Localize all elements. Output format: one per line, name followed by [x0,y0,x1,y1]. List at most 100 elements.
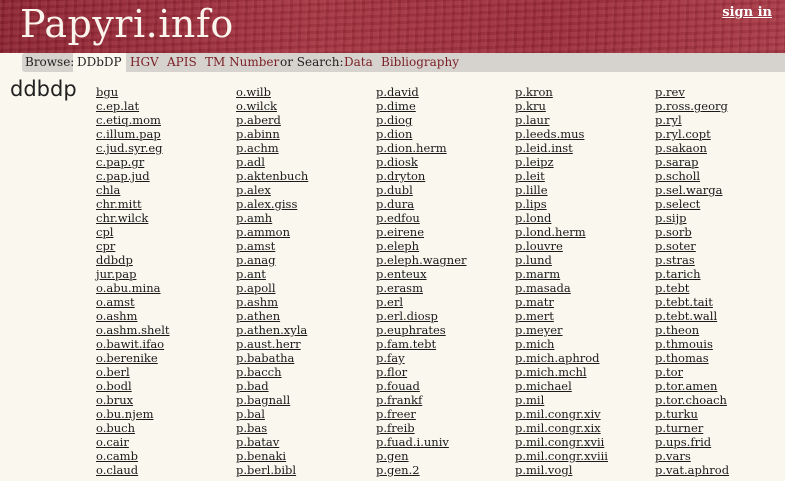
collection-link[interactable]: chr.mitt [96,197,170,211]
collection-link[interactable]: p.meyer [515,323,608,337]
collection-link[interactable]: p.erl.diosp [376,309,467,323]
nav-ddbdp-tab[interactable]: DDbDP [73,53,126,72]
collection-link[interactable]: p.aust.herr [236,337,308,351]
nav-bibliography-link[interactable]: Bibliography [381,53,459,72]
collection-link[interactable]: p.fouad [376,379,467,393]
collection-link[interactable]: p.lond [515,211,608,225]
collection-link[interactable]: p.tor.choach [655,393,729,407]
collection-link[interactable]: p.kron [515,85,608,99]
collection-link[interactable]: p.ryl [655,113,729,127]
collection-link[interactable]: p.sel.warga [655,183,729,197]
nav-apis-link[interactable]: APIS [167,53,197,72]
collection-link[interactable]: p.dura [376,197,467,211]
collection-link[interactable]: p.mil.congr.xviii [515,449,608,463]
collection-link[interactable]: p.fam.tebt [376,337,467,351]
collection-link[interactable]: p.benaki [236,449,308,463]
collection-link[interactable]: p.tarich [655,267,729,281]
collection-link[interactable]: p.dion.herm [376,141,467,155]
collection-link[interactable]: p.tebt.wall [655,309,729,323]
collection-link[interactable]: p.stras [655,253,729,267]
collection-link[interactable]: p.theon [655,323,729,337]
collection-link[interactable]: p.turku [655,407,729,421]
collection-link[interactable]: p.bagnall [236,393,308,407]
collection-link[interactable]: p.laur [515,113,608,127]
nav-tm-number-link[interactable]: TM Number [205,53,279,72]
collection-link[interactable]: p.dime [376,99,467,113]
collection-link[interactable]: o.ashm.shelt [96,323,170,337]
collection-link[interactable]: p.amst [236,239,308,253]
collection-link[interactable]: p.freer [376,407,467,421]
collection-link[interactable]: p.leit [515,169,608,183]
collection-link[interactable]: o.berenike [96,351,170,365]
collection-link[interactable]: p.gen.2 [376,463,467,477]
collection-link[interactable]: jur.pap [96,267,170,281]
collection-link[interactable]: p.aberd [236,113,308,127]
collection-link[interactable]: p.babatha [236,351,308,365]
collection-link[interactable]: c.etiq.mom [96,113,170,127]
collection-link[interactable]: p.select [655,197,729,211]
collection-link[interactable]: p.mich.aphrod [515,351,608,365]
collection-link[interactable]: p.marm [515,267,608,281]
sign-in-link[interactable]: sign in [722,5,772,20]
collection-link[interactable]: p.achm [236,141,308,155]
collection-link[interactable]: c.ep.lat [96,99,170,113]
collection-link[interactable]: p.matr [515,295,608,309]
collection-link[interactable]: p.leid.inst [515,141,608,155]
collection-link[interactable]: p.erasm [376,281,467,295]
collection-link[interactable]: p.diog [376,113,467,127]
collection-link[interactable]: p.leipz [515,155,608,169]
collection-link[interactable]: p.tor.amen [655,379,729,393]
collection-link[interactable]: p.masada [515,281,608,295]
collection-link[interactable]: p.bas [236,421,308,435]
collection-link[interactable]: p.eleph.wagner [376,253,467,267]
collection-link[interactable]: p.ashm [236,295,308,309]
collection-link[interactable]: p.mil.congr.xiv [515,407,608,421]
collection-link[interactable]: p.eleph [376,239,467,253]
collection-link[interactable]: p.fuad.i.univ [376,435,467,449]
collection-link[interactable]: o.ashm [96,309,170,323]
collection-link[interactable]: p.mil.congr.xix [515,421,608,435]
collection-link[interactable]: p.louvre [515,239,608,253]
collection-link[interactable]: o.bawit.ifao [96,337,170,351]
collection-link[interactable]: p.lille [515,183,608,197]
collection-link[interactable]: p.thmouis [655,337,729,351]
collection-link[interactable]: p.alex.giss [236,197,308,211]
collection-link[interactable]: o.wilb [236,85,308,99]
collection-link[interactable]: p.mert [515,309,608,323]
collection-link[interactable]: p.ryl.copt [655,127,729,141]
collection-link[interactable]: chr.wilck [96,211,170,225]
collection-link[interactable]: o.bodl [96,379,170,393]
collection-link[interactable]: p.fay [376,351,467,365]
collection-link[interactable]: p.scholl [655,169,729,183]
collection-link[interactable]: p.soter [655,239,729,253]
collection-link[interactable]: p.ammon [236,225,308,239]
collection-link[interactable]: o.buch [96,421,170,435]
collection-link[interactable]: bgu [96,85,170,99]
collection-link[interactable]: p.edfou [376,211,467,225]
collection-link[interactable]: p.abinn [236,127,308,141]
collection-link[interactable]: p.lips [515,197,608,211]
collection-link[interactable]: o.cair [96,435,170,449]
collection-link[interactable]: p.gen [376,449,467,463]
collection-link[interactable]: p.david [376,85,467,99]
site-logo[interactable]: Papyri.info [20,2,234,46]
collection-link[interactable]: p.tor [655,365,729,379]
collection-link[interactable]: p.bad [236,379,308,393]
collection-link[interactable]: c.pap.gr [96,155,170,169]
collection-link[interactable]: ddbdp [96,253,170,267]
collection-link[interactable]: p.frankf [376,393,467,407]
collection-link[interactable]: p.eirene [376,225,467,239]
collection-link[interactable]: o.amst [96,295,170,309]
collection-link[interactable]: p.dubl [376,183,467,197]
collection-link[interactable]: p.sorb [655,225,729,239]
collection-link[interactable]: p.bal [236,407,308,421]
collection-link[interactable]: p.bacch [236,365,308,379]
collection-link[interactable]: p.mil [515,393,608,407]
nav-data-link[interactable]: Data [344,53,373,72]
collection-link[interactable]: p.erl [376,295,467,309]
collection-link[interactable]: p.sakaon [655,141,729,155]
collection-link[interactable]: p.mil.congr.xvii [515,435,608,449]
collection-link[interactable]: p.mich.mchl [515,365,608,379]
collection-link[interactable]: p.enteux [376,267,467,281]
collection-link[interactable]: p.apoll [236,281,308,295]
